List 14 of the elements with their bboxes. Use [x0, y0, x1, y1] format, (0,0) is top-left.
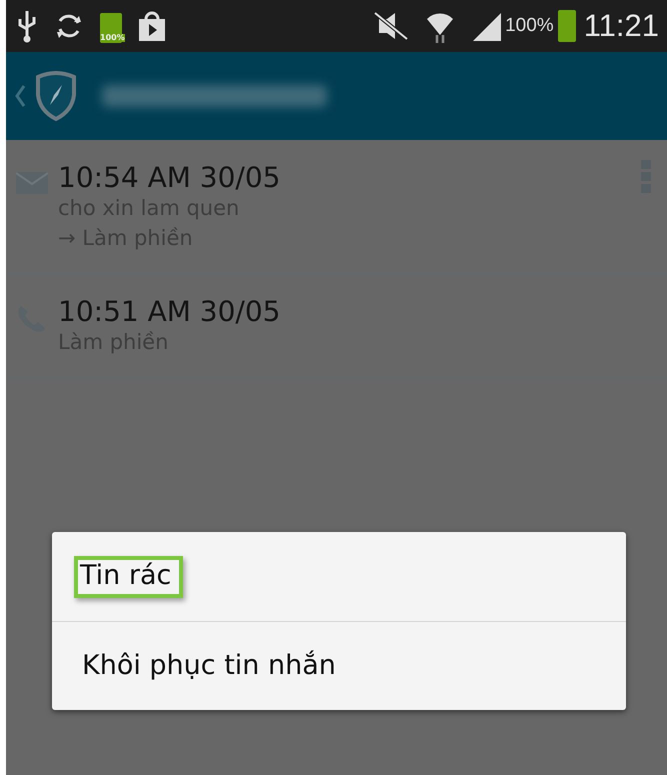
usb-icon: [16, 9, 38, 43]
menu-item[interactable]: Khôi phục tin nhắn: [82, 650, 336, 682]
battery-label: 100%: [100, 34, 125, 42]
store-bag-icon: [138, 11, 166, 41]
mute-icon: [373, 11, 410, 41]
entry-time: 10:54 AM 30/05: [58, 162, 280, 194]
signal-icon: [471, 11, 502, 41]
menu-item[interactable]: Tin rác: [74, 556, 184, 598]
battery-icon: [558, 10, 576, 42]
status-time: 11:21: [584, 6, 659, 45]
battery-percent: 100%: [505, 14, 554, 38]
back-chevron-icon: [14, 84, 26, 108]
entry-time: 10:51 AM 30/05: [58, 296, 280, 328]
shield-compass-icon: [34, 71, 78, 121]
